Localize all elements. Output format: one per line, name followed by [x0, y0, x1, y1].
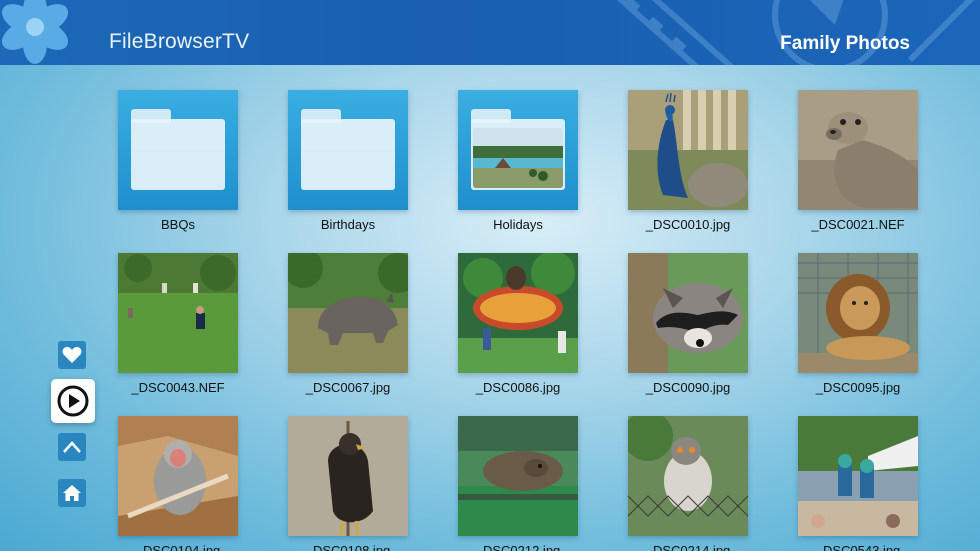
item-label: _DSC0086.jpg: [475, 380, 561, 395]
item-label: _DSC0108.jpg: [305, 543, 391, 551]
photo-thumbnail: [798, 90, 918, 210]
item-label: _DSC0212.jpg: [475, 543, 561, 551]
photo-thumbnail: [118, 253, 238, 373]
photo-item[interactable]: _DSC0090.jpg: [603, 253, 773, 395]
photo-item[interactable]: _DSC0010.jpg: [603, 90, 773, 232]
folder-item[interactable]: BBQs: [93, 90, 263, 232]
folder-item[interactable]: Birthdays: [263, 90, 433, 232]
photo-thumbnail: [288, 253, 408, 373]
folder-icon: [131, 109, 225, 190]
photo-item[interactable]: _DSC0021.NEF: [773, 90, 943, 232]
photo-thumbnail: [798, 253, 918, 373]
photo-thumbnail: [798, 416, 918, 536]
item-label: _DSC0021.NEF: [811, 217, 905, 232]
photo-item[interactable]: _DSC0214.jpg: [603, 416, 773, 551]
photo-thumbnail: [458, 253, 578, 373]
photo-thumbnail: [628, 416, 748, 536]
photo-thumbnail: [628, 90, 748, 210]
folder-icon: [301, 109, 395, 190]
photo-item[interactable]: _DSC0086.jpg: [433, 253, 603, 395]
folder-thumbnail: [458, 90, 578, 210]
folder-item[interactable]: Holidays: [433, 90, 603, 232]
item-label: _DSC0214.jpg: [645, 543, 731, 551]
item-label: Holidays: [493, 217, 543, 232]
photo-item[interactable]: _DSC0095.jpg: [773, 253, 943, 395]
photo-item[interactable]: _DSC0067.jpg: [263, 253, 433, 395]
photo-item[interactable]: _DSC0108.jpg: [263, 416, 433, 551]
item-label: _DSC0067.jpg: [305, 380, 391, 395]
photo-thumbnail: [628, 253, 748, 373]
photo-item[interactable]: _DSC0043.NEF: [93, 253, 263, 395]
photo-thumbnail: [118, 416, 238, 536]
item-label: _DSC0095.jpg: [815, 380, 901, 395]
folder-thumbnail: [288, 90, 408, 210]
folder-preview-image: [473, 128, 563, 188]
item-label: Birthdays: [320, 217, 376, 232]
folder-thumbnail: [118, 90, 238, 210]
item-label: _DSC0043.NEF: [131, 380, 225, 395]
item-label: _DSC0543.jpg: [815, 543, 901, 551]
photo-item[interactable]: _DSC0104.jpg: [93, 416, 263, 551]
item-label: _DSC0090.jpg: [645, 380, 731, 395]
photo-thumbnail: [458, 416, 578, 536]
item-label: _DSC0010.jpg: [645, 217, 731, 232]
photo-thumbnail: [288, 416, 408, 536]
item-label: _DSC0104.jpg: [135, 543, 221, 551]
file-grid: BBQs Birthdays Holidays _DSC0010.jpg _DS…: [0, 0, 980, 551]
photo-item[interactable]: _DSC0543.jpg: [773, 416, 943, 551]
item-label: BBQs: [161, 217, 195, 232]
photo-item[interactable]: _DSC0212.jpg: [433, 416, 603, 551]
